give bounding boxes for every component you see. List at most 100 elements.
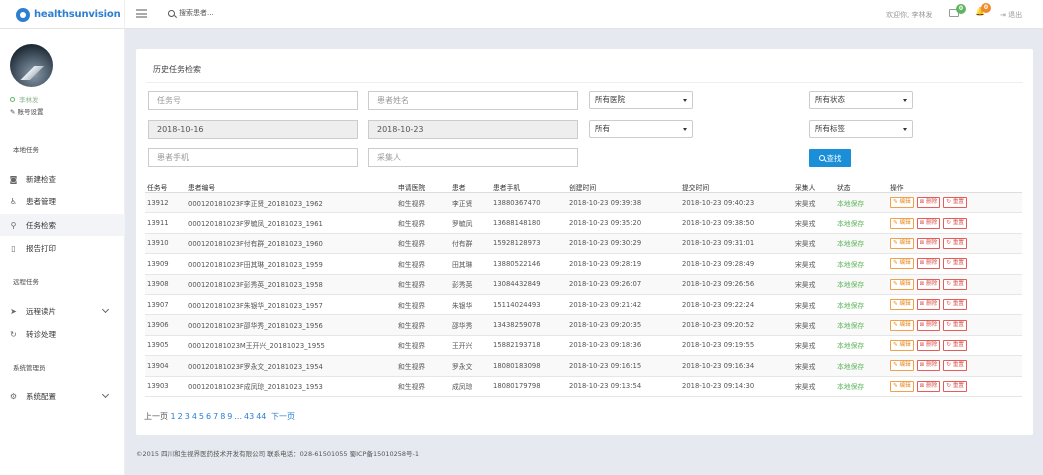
table-cell: 成凤琼 (452, 383, 473, 392)
table-cell: 000120181023F李正贤_20181023_1962 (188, 199, 323, 208)
reset-button[interactable]: ↻ 重置 (943, 278, 968, 290)
table-row[interactable]: 13907 000120181023F朱银华_20181023_1957 和生视界 朱… (145, 295, 1022, 316)
patient-phone-input[interactable]: 患者手机 (148, 148, 358, 167)
page-link[interactable]: 7 (213, 412, 218, 421)
delete-button[interactable]: ⊠ 删除 (916, 278, 941, 290)
tag-select[interactable]: 所有标签 (809, 120, 913, 138)
delete-button[interactable]: ⊠ 删除 (916, 237, 941, 249)
table-cell: 2018-10-23 09:28:19 (569, 259, 642, 268)
status-text: 本地保存 (837, 342, 865, 351)
caret-down-icon (903, 128, 907, 131)
delete-button[interactable]: ⊠ 删除 (916, 258, 941, 270)
table-cell: 和生视界 (398, 260, 426, 269)
sidebar-item-system-config[interactable]: ⚙ 系统配置 (0, 385, 125, 407)
next-page-link[interactable]: 下一页 (271, 412, 295, 421)
edit-button[interactable]: ✎ 编辑 (890, 360, 914, 372)
reset-button[interactable]: ↻ 重置 (943, 360, 968, 372)
reset-button[interactable]: ↻ 重置 (943, 319, 968, 331)
table-row[interactable]: 13911 000120181023F罗毓凤_20181023_1961 和生视界 罗… (145, 213, 1022, 234)
table-cell: 2018-10-23 09:28:49 (682, 259, 755, 268)
table-row[interactable]: 13912 000120181023F李正贤_20181023_1962 和生视界 李… (145, 193, 1022, 214)
sidebar-item-referral[interactable]: ↻ 转诊处理 (0, 323, 125, 345)
date-to-input[interactable]: 2018-10-23 (368, 120, 578, 139)
reset-button[interactable]: ↻ 重置 (943, 258, 968, 270)
hospital-select[interactable]: 所有医院 (589, 91, 693, 109)
edit-button[interactable]: ✎ 编辑 (890, 380, 914, 392)
row-actions: ✎ 编辑 ⊠ 删除 ↻ 重置 (890, 295, 970, 314)
table-cell: 18080183098 (493, 361, 541, 370)
page-link[interactable]: 9 (227, 412, 232, 421)
menu-toggle-icon[interactable] (136, 9, 147, 18)
page-link[interactable]: 3 (185, 412, 190, 421)
prev-page-link[interactable]: 上一页 (144, 412, 168, 421)
sidebar-item-report-print[interactable]: ▯ 报告打印 (0, 237, 125, 259)
reset-button[interactable]: ↻ 重置 (943, 380, 968, 392)
page-link[interactable]: 6 (206, 412, 211, 421)
sidebar-item-patients[interactable]: ♿ 患者管理 (0, 190, 125, 212)
mail-icon[interactable]: 0 (949, 4, 966, 17)
chevron-down-icon (101, 390, 110, 399)
delete-button[interactable]: ⊠ 删除 (916, 299, 941, 311)
sidebar: 李林发 ✎ 账号设置 本地任务 ◙ 新建检查 ♿ 患者管理 ⚲ 任务检索 ▯ 报告打印 … (0, 29, 125, 475)
table-cell: 2018-10-23 09:40:23 (682, 198, 755, 207)
page-link[interactable]: 4 (192, 412, 197, 421)
edit-button[interactable]: ✎ 编辑 (890, 258, 914, 270)
logout-link[interactable]: ⇥ 退出 (1000, 10, 1022, 20)
edit-button[interactable]: ✎ 编辑 (890, 339, 914, 351)
date-from-input[interactable]: 2018-10-16 (148, 120, 358, 139)
edit-button[interactable]: ✎ 编辑 (890, 299, 914, 311)
caret-down-icon (683, 99, 687, 102)
column-header: 提交时间 (682, 183, 710, 192)
delete-button[interactable]: ⊠ 删除 (916, 360, 941, 372)
section-title-remote: 远程任务 (13, 278, 39, 286)
reset-button[interactable]: ↻ 重置 (943, 237, 968, 249)
delete-button[interactable]: ⊠ 删除 (916, 217, 941, 229)
delete-button[interactable]: ⊠ 删除 (916, 380, 941, 392)
reset-button-label: 重置 (952, 239, 965, 246)
edit-button[interactable]: ✎ 编辑 (890, 197, 914, 209)
reset-button[interactable]: ↻ 重置 (943, 339, 968, 351)
table-row[interactable]: 13906 000120181023F邵华秀_20181023_1956 和生视界 邵… (145, 315, 1022, 336)
edit-button[interactable]: ✎ 编辑 (890, 319, 914, 331)
bell-icon[interactable]: 0 (975, 3, 991, 17)
reset-button[interactable]: ↻ 重置 (943, 217, 968, 229)
sidebar-item-new-exam[interactable]: ◙ 新建检查 (0, 168, 125, 190)
page-link[interactable]: 43 (244, 412, 254, 421)
patient-name-input[interactable]: 患者姓名 (368, 91, 578, 110)
page-link[interactable]: 2 (178, 412, 183, 421)
page-link[interactable]: 5 (199, 412, 204, 421)
search-panel: 历史任务检索 任务号 患者姓名 所有医院 所有状态 2018-10-16 201… (136, 49, 1033, 435)
page-link[interactable]: 44 (256, 412, 266, 421)
delete-button[interactable]: ⊠ 删除 (916, 319, 941, 331)
status-text: 本地保存 (837, 199, 865, 208)
reset-button[interactable]: ↻ 重置 (943, 299, 968, 311)
table-cell: 田其琳 (452, 260, 473, 269)
table-row[interactable]: 13903 000120181023F成凤琼_20181023_1953 和生视界 成… (145, 377, 1022, 397)
top-search[interactable]: 搜索患者... (168, 8, 214, 18)
avatar[interactable] (10, 44, 53, 87)
page-link[interactable]: 8 (220, 412, 225, 421)
edit-button[interactable]: ✎ 编辑 (890, 217, 914, 229)
table-row[interactable]: 13909 000120181023F田其琳_20181023_1959 和生视界 田… (145, 254, 1022, 275)
table-row[interactable]: 13905 000120181023M王开兴_20181023_1955 和生视界 王… (145, 336, 1022, 357)
edit-button[interactable]: ✎ 编辑 (890, 237, 914, 249)
logo[interactable]: healthsunvision (0, 0, 125, 29)
table-row[interactable]: 13904 000120181023F罗永文_20181023_1954 和生视界 罗… (145, 356, 1022, 377)
reset-button[interactable]: ↻ 重置 (943, 197, 968, 209)
page-link[interactable]: 1 (171, 412, 176, 421)
scope-select[interactable]: 所有 (589, 120, 693, 138)
edit-button[interactable]: ✎ 编辑 (890, 278, 914, 290)
status-select[interactable]: 所有状态 (809, 91, 913, 109)
table-row[interactable]: 13910 000120181023F付有群_20181023_1960 和生视界 付… (145, 233, 1022, 255)
row-actions: ✎ 编辑 ⊠ 删除 ↻ 重置 (890, 234, 970, 253)
collector-input[interactable]: 采集人 (368, 148, 578, 167)
task-no-input[interactable]: 任务号 (148, 91, 358, 110)
table-cell: 000120181023F罗永文_20181023_1954 (188, 362, 323, 371)
search-button[interactable]: 查找 (809, 149, 851, 167)
account-settings-link[interactable]: ✎ 账号设置 (10, 106, 44, 116)
delete-button[interactable]: ⊠ 删除 (916, 197, 941, 209)
delete-button[interactable]: ⊠ 删除 (916, 339, 941, 351)
sidebar-item-task-search[interactable]: ⚲ 任务检索 (0, 214, 125, 236)
sidebar-item-remote-reading[interactable]: ➤ 远程读片 (0, 300, 125, 322)
table-row[interactable]: 13908 000120181023F彭秀英_20181023_1958 和生视界 彭… (145, 274, 1022, 295)
